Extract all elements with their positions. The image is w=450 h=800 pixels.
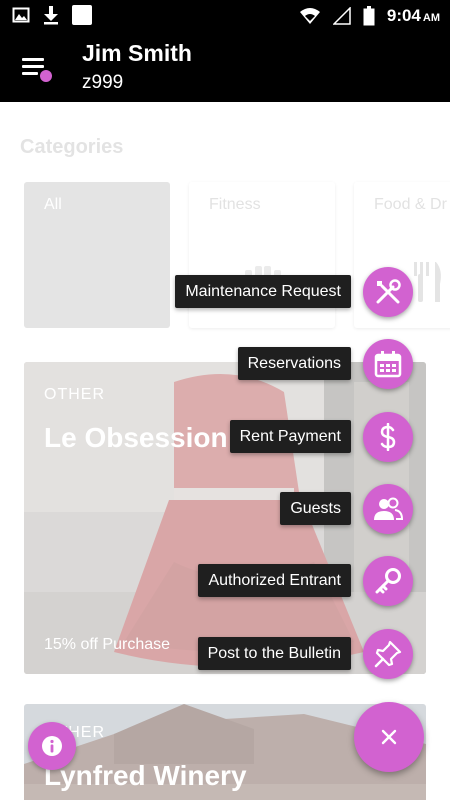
rent-payment-button[interactable] — [363, 412, 413, 462]
clock-time: 9:04 — [386, 6, 421, 25]
maintenance-request-button[interactable] — [363, 267, 413, 317]
menu-button[interactable] — [22, 54, 54, 84]
notification-dot — [40, 70, 52, 82]
post-to-bulletin-button[interactable] — [363, 629, 413, 679]
tools-icon — [376, 279, 401, 304]
status-bar: 9:04 AM — [0, 0, 450, 32]
gallery-icon — [12, 7, 30, 23]
user-id: z999 — [82, 72, 124, 93]
clock: 9:04 AM — [387, 6, 440, 26]
battery-icon — [363, 6, 375, 26]
speed-dial-item[interactable]: Authorized Entrant — [0, 556, 450, 606]
speed-dial-item[interactable]: Guests — [0, 484, 450, 534]
speed-dial-close-button[interactable] — [354, 702, 424, 772]
signal-icon — [332, 7, 351, 25]
info-icon — [42, 736, 62, 756]
speed-dial-item[interactable]: Post to the Bulletin — [0, 629, 450, 679]
info-button[interactable] — [28, 722, 76, 770]
dollar-icon — [380, 423, 396, 451]
speed-dial-item[interactable]: Reservations — [0, 339, 450, 389]
speed-dial-label[interactable]: Maintenance Request — [175, 275, 351, 308]
wifi-icon — [299, 8, 320, 24]
people-icon — [374, 497, 403, 520]
square-icon — [72, 5, 92, 25]
guests-button[interactable] — [363, 484, 413, 534]
reservations-button[interactable] — [363, 339, 413, 389]
download-icon — [44, 6, 58, 25]
pushpin-icon — [374, 640, 402, 668]
calendar-icon — [374, 351, 402, 378]
speed-dial-item[interactable]: Rent Payment — [0, 412, 450, 462]
speed-dial-label[interactable]: Post to the Bulletin — [197, 637, 351, 670]
user-name: Jim Smith — [82, 40, 192, 66]
authorized-entrant-button[interactable] — [363, 556, 413, 606]
speed-dial-label[interactable]: Reservations — [237, 347, 351, 380]
speed-dial-label[interactable]: Authorized Entrant — [198, 564, 351, 597]
speed-dial-label[interactable]: Rent Payment — [229, 420, 351, 453]
clock-ampm: AM — [422, 12, 440, 24]
key-icon — [375, 568, 401, 594]
close-icon — [381, 729, 397, 745]
speed-dial-label[interactable]: Guests — [280, 492, 351, 525]
speed-dial-item[interactable]: Maintenance Request — [0, 267, 450, 317]
app-bar: Jim Smith z999 — [0, 32, 450, 102]
